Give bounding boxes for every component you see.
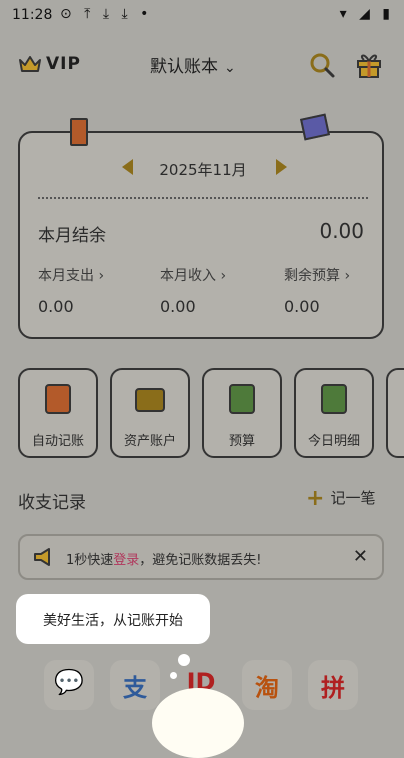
today-details-label: 今日明细 <box>307 434 360 449</box>
auto-record-label: 自动记账 <box>31 434 84 449</box>
vip-label: VIP <box>46 54 81 74</box>
status-notification-icons: ⊙ ⤒ ⤓ ⤓ • <box>60 6 153 22</box>
login-notice: 1秒快速登录，避免记账数据丢失! ✕ <box>18 534 384 580</box>
divider <box>38 197 368 199</box>
status-system-icons: ▾ ◢ ▮ <box>339 6 394 22</box>
plus-icon: + <box>306 486 325 511</box>
login-link[interactable]: 登录 <box>113 553 139 568</box>
book-selector[interactable]: 默认账本 ⌄ <box>150 52 236 77</box>
pinduoduo-app-icon[interactable]: 拼 <box>308 660 358 710</box>
asset-accounts-button[interactable]: 资产账户 <box>110 368 190 458</box>
wallet-icon <box>135 388 165 412</box>
add-record-button[interactable]: + 记一笔 <box>306 486 375 511</box>
month-label[interactable]: 2025年11月 <box>20 159 386 180</box>
alipay-app-icon[interactable]: 支 <box>110 660 160 710</box>
calculator-icon <box>229 384 255 414</box>
gift-icon[interactable] <box>354 50 384 80</box>
close-icon[interactable]: ✕ <box>353 546 368 567</box>
asset-accounts-label: 资产账户 <box>123 434 176 449</box>
month-summary-card: 2025年11月 本月结余 0.00 本月支出 › 0.00 本月收入 › 0.… <box>18 131 384 339</box>
balance-value: 0.00 <box>319 219 364 243</box>
megaphone-icon <box>34 548 50 566</box>
notice-text: 1秒快速登录，避免记账数据丢失! <box>66 553 262 568</box>
status-bar: 11:28 ⊙ ⤒ ⤓ ⤓ • ▾ ◢ ▮ <box>0 0 404 30</box>
mascot-avatar[interactable] <box>152 688 244 758</box>
income-value: 0.00 <box>160 297 196 316</box>
expense-label[interactable]: 本月支出 › <box>38 265 104 285</box>
slogan-text: 美好生活，从记账开始 <box>43 613 183 629</box>
tape-decoration <box>70 118 88 146</box>
taobao-app-icon[interactable]: 淘 <box>242 660 292 710</box>
next-month-icon[interactable] <box>276 159 287 175</box>
status-time: 11:28 <box>12 7 53 23</box>
wechat-app-icon[interactable]: 💬 <box>44 660 94 710</box>
search-icon[interactable] <box>307 50 337 80</box>
expense-value: 0.00 <box>38 297 74 316</box>
today-details-button[interactable]: 今日明细 <box>294 368 374 458</box>
slogan-bubble: 美好生活，从记账开始 <box>16 594 210 644</box>
more-actions-button[interactable] <box>386 368 404 458</box>
add-record-label: 记一笔 <box>330 489 376 507</box>
budget-label: 预算 <box>228 434 255 449</box>
book-name: 默认账本 <box>150 57 218 77</box>
budget-left-value: 0.00 <box>284 297 320 316</box>
income-label[interactable]: 本月收入 › <box>160 265 226 285</box>
auto-record-icon <box>45 384 71 414</box>
balance-label: 本月结余 <box>38 226 106 246</box>
budget-left-label[interactable]: 剩余预算 › <box>284 265 350 285</box>
budget-button[interactable]: 预算 <box>202 368 282 458</box>
receipt-icon <box>321 384 347 414</box>
chevron-down-icon: ⌄ <box>224 60 236 76</box>
records-title: 收支记录 <box>18 493 86 513</box>
crown-icon <box>19 56 41 72</box>
auto-record-button[interactable]: 自动记账 <box>18 368 98 458</box>
